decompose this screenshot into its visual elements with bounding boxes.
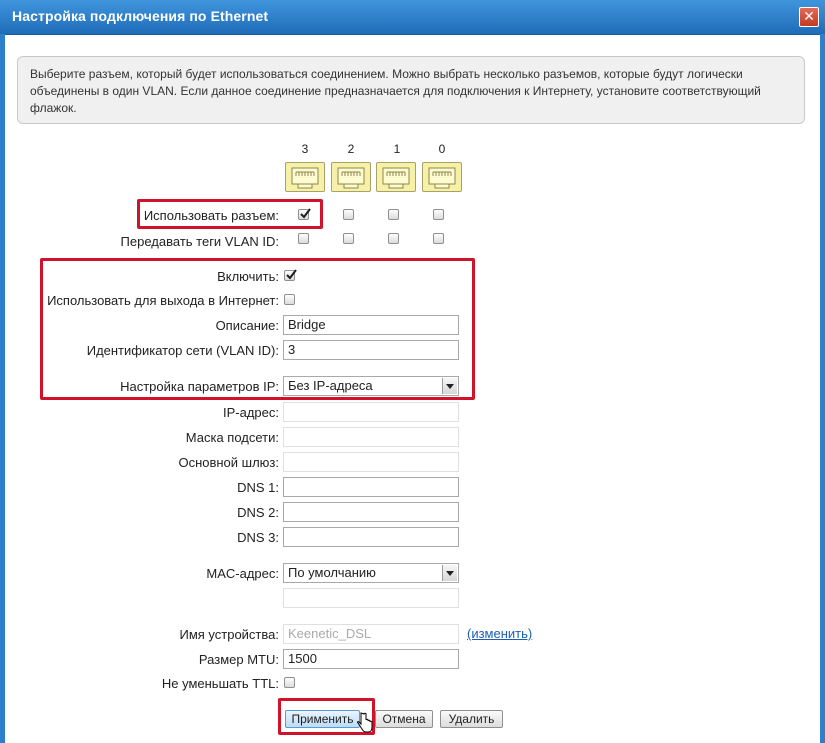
mac-label: MAC-адрес:: [206, 566, 279, 581]
dns3-input[interactable]: [283, 527, 459, 547]
vlan-tags-3-checkbox[interactable]: [298, 233, 309, 244]
ethernet-port-icon: [331, 162, 371, 192]
vlan-tags-0-checkbox[interactable]: [433, 233, 444, 244]
mac-select[interactable]: По умолчанию: [283, 563, 459, 583]
mtu-input[interactable]: 1500: [283, 649, 459, 669]
use-port-0-checkbox[interactable]: [433, 209, 444, 220]
use-port-3-checkbox[interactable]: [298, 208, 311, 220]
dns3-label: DNS 3:: [237, 530, 279, 545]
port-number-2: 2: [347, 142, 355, 156]
title-bar: Настройка подключения по Ethernet ✕: [0, 0, 825, 35]
description-input[interactable]: Bridge: [283, 315, 459, 335]
gateway-label: Основной шлюз:: [178, 455, 279, 470]
info-box: Выберите разъем, который будет использов…: [17, 56, 805, 124]
ip-settings-select[interactable]: Без IP-адреса: [283, 376, 459, 396]
use-port-2-checkbox[interactable]: [343, 209, 354, 220]
ip-address-input[interactable]: [283, 402, 459, 422]
vlan-tags-2-checkbox[interactable]: [343, 233, 354, 244]
internet-label: Использовать для выхода в Интернет:: [47, 293, 279, 308]
dns1-input[interactable]: [283, 477, 459, 497]
mac-custom-input[interactable]: [283, 588, 459, 608]
device-name-input[interactable]: Keenetic_DSL: [283, 624, 459, 644]
dns2-label: DNS 2:: [237, 505, 279, 520]
use-port-label: Использовать разъем:: [143, 208, 279, 223]
chevron-down-icon: [442, 378, 457, 394]
ethernet-port-icon: [285, 162, 325, 192]
vlan-id-input[interactable]: 3: [283, 340, 459, 360]
ip-address-label: IP-адрес:: [223, 405, 279, 420]
internet-checkbox[interactable]: [284, 294, 295, 305]
vlan-tags-1-checkbox[interactable]: [388, 233, 399, 244]
enable-label: Включить:: [217, 269, 279, 284]
cancel-button[interactable]: Отмена: [375, 710, 433, 728]
subnet-mask-input[interactable]: [283, 427, 459, 447]
apply-button[interactable]: Применить: [285, 710, 360, 728]
dns1-label: DNS 1:: [237, 480, 279, 495]
use-port-1-checkbox[interactable]: [388, 209, 399, 220]
gateway-input[interactable]: [283, 452, 459, 472]
vlan-tags-label: Передавать теги VLAN ID:: [120, 234, 279, 249]
delete-button[interactable]: Удалить: [440, 710, 503, 728]
port-number-0: 0: [438, 142, 446, 156]
window-title: Настройка подключения по Ethernet: [12, 8, 269, 24]
ethernet-port-icon: [376, 162, 416, 192]
port-number-3: 3: [301, 142, 309, 156]
ip-settings-label: Настройка параметров IP:: [120, 379, 279, 394]
vlan-id-label: Идентификатор сети (VLAN ID):: [86, 343, 279, 358]
hand-cursor-icon: [357, 712, 373, 733]
change-device-name-link[interactable]: (изменить): [467, 626, 532, 641]
enable-checkbox[interactable]: [284, 269, 297, 281]
device-name-label: Имя устройства:: [179, 627, 279, 642]
mac-value: По умолчанию: [288, 565, 376, 580]
ethernet-port-icon: [422, 162, 462, 192]
ttl-checkbox[interactable]: [284, 677, 295, 688]
description-label: Описание:: [215, 318, 279, 333]
subnet-mask-label: Маска подсети:: [185, 430, 279, 445]
mtu-label: Размер MTU:: [198, 652, 279, 667]
ip-settings-value: Без IP-адреса: [288, 378, 373, 393]
ttl-label: Не уменьшать TTL:: [161, 676, 279, 691]
port-number-1: 1: [393, 142, 401, 156]
chevron-down-icon: [442, 565, 457, 581]
window-frame-right: [820, 34, 825, 743]
dns2-input[interactable]: [283, 502, 459, 522]
window-frame-left: [0, 34, 5, 743]
close-button[interactable]: ✕: [799, 7, 819, 27]
